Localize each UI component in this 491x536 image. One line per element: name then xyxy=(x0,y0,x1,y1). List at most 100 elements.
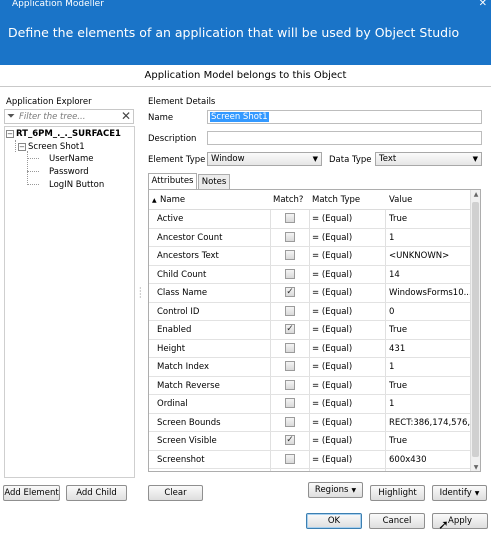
match-type-cell[interactable]: = (Equal) xyxy=(312,381,382,391)
tab-attributes[interactable]: Attributes xyxy=(148,173,197,190)
match-checkbox[interactable] xyxy=(285,250,295,260)
description-field[interactable] xyxy=(207,131,482,145)
match-type-cell[interactable]: = (Equal) xyxy=(312,399,382,409)
match-checkbox[interactable] xyxy=(285,268,295,279)
attribute-name: Screen Visible xyxy=(157,436,217,446)
grid-scrollbar[interactable]: ▲ ▼ xyxy=(470,190,480,471)
close-icon[interactable]: ✕ xyxy=(479,0,487,9)
attribute-value: True xyxy=(389,214,408,224)
name-field[interactable]: Screen Shot1 xyxy=(207,110,482,124)
match-type-cell[interactable]: = (Equal) xyxy=(312,270,382,280)
match-checkbox[interactable] xyxy=(285,213,295,223)
match-checkbox[interactable] xyxy=(285,453,295,464)
match-checkbox[interactable] xyxy=(285,342,295,353)
tree-connector xyxy=(27,158,39,159)
clear-button[interactable]: Clear xyxy=(148,485,203,501)
match-type-cell[interactable]: = (Equal) xyxy=(312,288,382,298)
regions-label: Regions xyxy=(314,485,349,495)
attribute-value: True xyxy=(389,325,408,335)
attribute-value: True xyxy=(389,436,408,446)
attribute-name: Ancestor Count xyxy=(157,232,223,243)
attribute-value: 1 xyxy=(389,399,395,409)
clear-filter-icon[interactable]: ✕ xyxy=(121,110,131,123)
match-checkbox[interactable] xyxy=(285,361,295,371)
match-checkbox[interactable] xyxy=(285,398,295,408)
match-type-cell[interactable]: = (Equal) xyxy=(312,233,382,243)
match-type-cell[interactable]: = (Equal) xyxy=(312,436,382,446)
table-row[interactable]: Child Count = (Equal) 14 xyxy=(149,266,472,284)
column-header-match[interactable]: Match? xyxy=(273,195,303,205)
match-type-cell[interactable]: = (Equal) xyxy=(312,214,382,224)
tab-notes[interactable]: Notes xyxy=(198,174,230,190)
table-row[interactable]: Class Name ✓ = (Equal) WindowsForms10... xyxy=(149,284,472,303)
table-row[interactable]: Screen Bounds = (Equal) RECT:386,174,576,9… xyxy=(149,414,472,432)
tree-node-root[interactable]: − RT_6PM_._._SURFACE1 xyxy=(6,129,121,139)
match-checkbox[interactable]: ✓ xyxy=(285,287,295,297)
table-row[interactable]: Screenshot = (Equal) 600x430 xyxy=(149,451,472,469)
tree-leaf-login-button[interactable]: LogIN Button xyxy=(49,180,104,190)
regions-button[interactable]: Regions ▼ xyxy=(308,482,363,498)
table-row[interactable]: Height = (Equal) 431 xyxy=(149,340,472,358)
match-checkbox[interactable]: ✓ xyxy=(285,324,295,334)
tree-leaf-username[interactable]: UserName xyxy=(49,154,93,164)
element-type-select[interactable]: Window ▼ xyxy=(207,152,322,166)
table-row[interactable]: Enabled ✓ = (Equal) True xyxy=(149,321,472,340)
table-row[interactable]: Ordinal = (Equal) 1 xyxy=(149,395,472,414)
column-header-value[interactable]: Value xyxy=(389,195,412,205)
sort-icon: ▲ xyxy=(152,197,157,204)
collapse-icon[interactable]: − xyxy=(18,142,26,151)
attribute-value: <UNKNOWN> xyxy=(389,251,450,261)
filter-input[interactable]: Filter the tree... xyxy=(19,112,85,122)
panel-splitter[interactable]: · · · · xyxy=(137,87,145,536)
window-title: Application Modeller xyxy=(12,0,104,9)
table-row[interactable]: Match Index = (Equal) 1 xyxy=(149,358,472,377)
element-details-panel: Element Details Name Screen Shot1 Descri… xyxy=(145,87,491,536)
table-row[interactable]: Ancestors Text = (Equal) <UNKNOWN> xyxy=(149,247,472,266)
scroll-up-icon[interactable]: ▲ xyxy=(471,190,480,200)
scrollbar-thumb[interactable] xyxy=(472,202,479,457)
match-checkbox[interactable] xyxy=(285,231,295,242)
name-label: Name xyxy=(148,113,174,123)
attribute-name: Class Name xyxy=(157,288,208,298)
table-row[interactable]: Control ID = (Equal) 0 xyxy=(149,303,472,321)
filter-box[interactable]: ⏷ Filter the tree... ✕ xyxy=(4,109,134,124)
attribute-name: Enabled xyxy=(157,325,192,335)
column-header-match-type[interactable]: Match Type xyxy=(312,195,360,205)
cancel-button[interactable]: Cancel xyxy=(369,513,425,529)
chevron-down-icon: ▼ xyxy=(351,487,357,494)
highlight-button[interactable]: Highlight xyxy=(370,485,425,501)
match-checkbox[interactable] xyxy=(285,379,295,390)
scroll-down-icon[interactable]: ▼ xyxy=(471,463,480,471)
match-type-cell[interactable]: = (Equal) xyxy=(312,251,382,261)
table-row[interactable]: Active = (Equal) True xyxy=(149,210,472,229)
table-row[interactable]: Screen Visible ✓ = (Equal) True xyxy=(149,432,472,451)
attribute-name: Screenshot xyxy=(157,454,205,465)
add-child-button[interactable]: Add Child xyxy=(66,485,127,501)
match-type-cell[interactable]: = (Equal) xyxy=(312,307,382,317)
name-value: Screen Shot1 xyxy=(210,112,269,122)
match-checkbox[interactable] xyxy=(285,416,295,427)
match-type-cell[interactable]: = (Equal) xyxy=(312,418,382,428)
match-type-cell[interactable]: = (Equal) xyxy=(312,455,382,465)
attribute-name: Height xyxy=(157,343,186,354)
column-header-name[interactable]: Name xyxy=(160,195,185,205)
table-row[interactable]: Match Reverse = (Equal) True xyxy=(149,377,472,395)
data-type-label: Data Type xyxy=(329,155,372,165)
tree-leaf-password[interactable]: Password xyxy=(49,167,89,177)
application-explorer: Application Explorer ⏷ Filter the tree..… xyxy=(0,87,137,536)
table-row[interactable]: Ancestor Count = (Equal) 1 xyxy=(149,229,472,247)
match-checkbox[interactable]: ✓ xyxy=(285,435,295,445)
match-type-cell[interactable]: = (Equal) xyxy=(312,325,382,335)
identify-button[interactable]: Identify ▼ xyxy=(432,485,487,501)
match-type-cell[interactable]: = (Equal) xyxy=(312,344,382,354)
match-type-cell[interactable]: = (Equal) xyxy=(312,362,382,372)
data-type-select[interactable]: Text ▼ xyxy=(375,152,482,166)
ok-button[interactable]: OK xyxy=(306,513,362,529)
collapse-icon[interactable]: − xyxy=(6,129,14,138)
tree-node-screen-shot[interactable]: − Screen Shot1 xyxy=(18,142,85,152)
add-element-button[interactable]: Add Element xyxy=(3,485,60,501)
match-checkbox[interactable] xyxy=(285,305,295,316)
attribute-value: RECT:386,174,576,9... xyxy=(389,417,471,428)
attribute-value: 0 xyxy=(389,306,395,317)
tree-connector xyxy=(15,140,16,152)
